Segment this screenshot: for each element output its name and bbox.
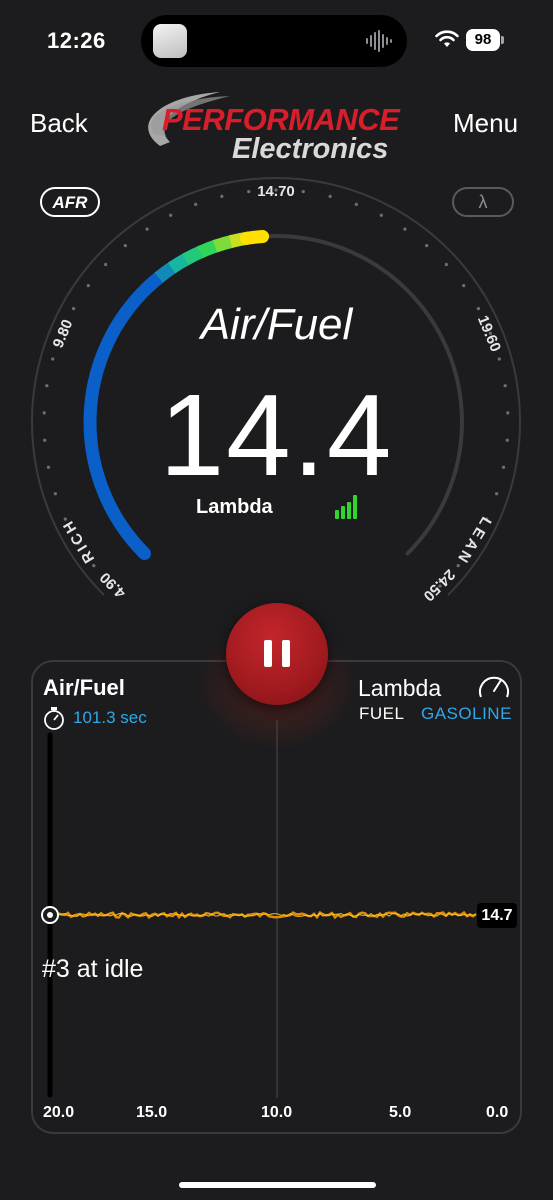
- gauge-scale-label: 14.70: [257, 183, 295, 200]
- lambda-mode-button[interactable]: λ: [452, 187, 514, 217]
- battery-indicator: 98: [466, 29, 500, 51]
- audio-waveform-icon: [366, 30, 392, 52]
- gauge-unit-label: Lambda: [196, 496, 273, 518]
- gauge-value-arc-tip: [212, 234, 235, 253]
- gauge-tick-dot: [497, 357, 501, 361]
- afr-mode-button[interactable]: AFR: [40, 187, 100, 217]
- gauge-value-arc-tip: [239, 229, 270, 245]
- x-tick-label: 10.0: [261, 1104, 293, 1121]
- gauge-value-arc-tip: [167, 252, 191, 274]
- chart-title: Air/Fuel: [43, 675, 125, 700]
- pause-icon: [264, 640, 272, 667]
- live-activity-app-icon[interactable]: [153, 24, 187, 58]
- gauge-value-arc-tip: [182, 245, 205, 266]
- gauge-tick-dot: [403, 227, 407, 231]
- back-button[interactable]: Back: [30, 108, 88, 139]
- gauge-tick-dot: [379, 213, 383, 217]
- gauge-tick-dot: [169, 213, 173, 217]
- gauge-tick-dot: [194, 202, 198, 206]
- gauge-tick-dot: [444, 262, 448, 267]
- logo-line1: PERFORMANCE: [162, 102, 401, 137]
- gauge-tick-dot: [328, 194, 332, 199]
- gauge-tick-dot: [51, 357, 55, 361]
- x-tick-label: 5.0: [389, 1104, 412, 1121]
- gauge-tick-dot: [220, 194, 224, 199]
- battery-icon: [501, 36, 504, 44]
- gauge-scale-label: 24.50: [420, 566, 459, 605]
- wifi-icon: [435, 30, 459, 47]
- logo-line2: Electronics: [232, 133, 388, 164]
- pause-icon-bar: [282, 640, 290, 667]
- gauge-value-arc-tip: [141, 270, 165, 294]
- lambda-label: Lambda: [358, 675, 442, 701]
- gauge-tick-dot: [247, 190, 251, 194]
- gauge-tick-dot: [301, 190, 305, 194]
- gauge-tick-dot: [104, 262, 108, 267]
- stopwatch-icon: [44, 707, 64, 730]
- elapsed-time: 101.3 sec: [73, 708, 147, 727]
- gauge-value-arc-tip: [154, 261, 178, 283]
- chart-note: #3 at idle: [42, 955, 144, 983]
- rich-label: RICH: [59, 515, 99, 565]
- gauge-tick-dot: [86, 284, 90, 288]
- gauge-scale-label: 4.90: [97, 569, 130, 602]
- gauge-value: 14.4: [159, 370, 394, 500]
- gauge-tick-dot: [123, 243, 127, 248]
- gauge-tick-dot: [92, 564, 96, 568]
- gauge-tick-dot: [354, 202, 358, 206]
- gauge-value-arc-tip: [197, 239, 220, 259]
- x-tick-label: 0.0: [486, 1104, 509, 1121]
- x-tick-label: 15.0: [136, 1104, 168, 1121]
- gauge-tick-dot: [462, 284, 466, 288]
- signal-strength-icon: [335, 495, 357, 519]
- fuel-type-value[interactable]: GASOLINE: [421, 704, 512, 724]
- x-tick-label: 20.0: [43, 1104, 75, 1121]
- pause-button[interactable]: [226, 603, 328, 705]
- menu-button[interactable]: Menu: [453, 108, 518, 139]
- gauge-tick-dot: [456, 564, 460, 568]
- gauge-title: Air/Fuel: [200, 300, 353, 349]
- fuel-label: FUEL: [359, 704, 405, 723]
- speedometer-icon[interactable]: [477, 671, 511, 701]
- gauge-tick-dot: [145, 227, 149, 231]
- performance-electronics-logo: PERFORMANCE Electronics: [148, 92, 402, 164]
- gauge-tick-dot: [425, 243, 429, 248]
- status-time: 12:26: [47, 28, 106, 53]
- current-value-badge: 14.7: [477, 903, 517, 928]
- home-indicator[interactable]: [179, 1182, 376, 1188]
